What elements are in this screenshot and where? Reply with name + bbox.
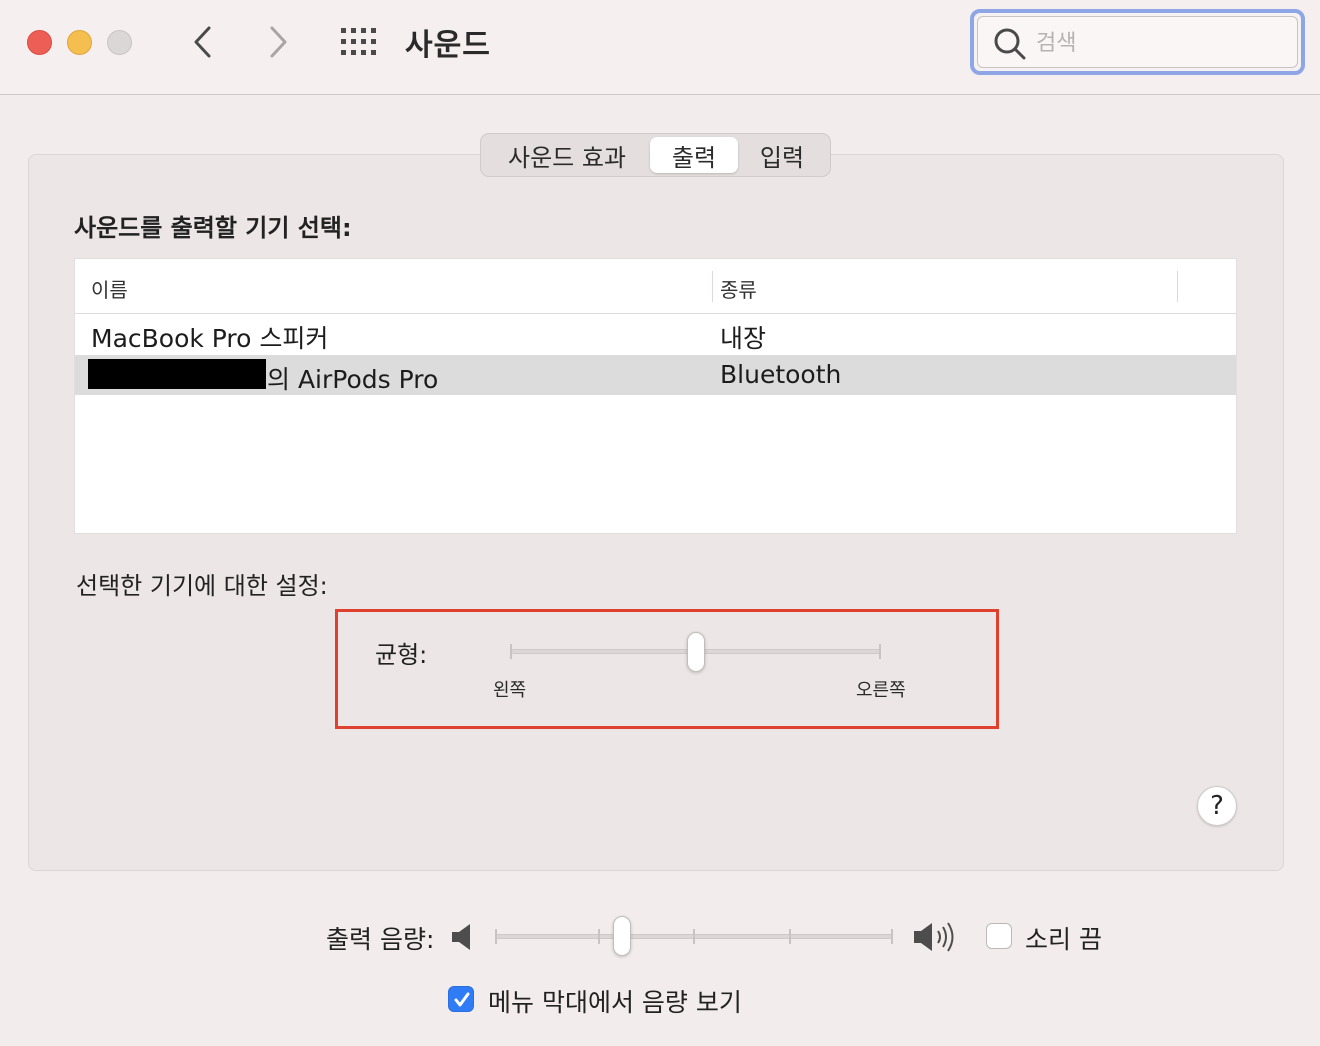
tab-output[interactable]: 출력: [650, 137, 738, 173]
help-button[interactable]: ?: [1197, 786, 1237, 826]
mute-checkbox[interactable]: [986, 923, 1012, 949]
show-all-grid-icon[interactable]: [340, 27, 378, 57]
search-input[interactable]: [1036, 26, 1276, 60]
volume-tick: [693, 929, 695, 944]
tab-bar: 사운드 효과 출력 입력: [480, 133, 831, 177]
checkmark-icon: [454, 992, 470, 1007]
device-kind: Bluetooth: [720, 360, 842, 389]
table-header: 이름 종류: [75, 259, 1236, 314]
back-icon[interactable]: [186, 22, 222, 62]
tab-input[interactable]: 입력: [738, 137, 826, 173]
balance-slider-knob[interactable]: [687, 632, 705, 672]
volume-tick: [495, 929, 497, 944]
title-bar: 사운드: [0, 0, 1320, 95]
search-field[interactable]: [970, 9, 1305, 75]
close-button[interactable]: [27, 30, 52, 55]
show-volume-in-menubar-label: 메뉴 막대에서 음량 보기: [488, 988, 742, 1017]
redaction-block: [88, 359, 266, 389]
highlight-annotation: [335, 609, 999, 729]
column-divider: [712, 271, 713, 302]
speaker-low-icon: [450, 921, 474, 957]
balance-tick-left: [510, 644, 512, 659]
device-select-title: 사운드를 출력할 기기 선택:: [74, 214, 352, 242]
output-device-table: 이름 종류 MacBook Pro 스피커 내장 의 AirPods Pro B…: [74, 258, 1237, 534]
balance-right-label: 오른쪽: [856, 680, 906, 701]
mute-label: 소리 끔: [1025, 925, 1102, 954]
speaker-high-icon: [912, 919, 960, 959]
device-name: 의 AirPods Pro: [267, 365, 439, 394]
column-header-name[interactable]: 이름: [91, 274, 128, 303]
device-kind: 내장: [720, 324, 767, 353]
device-settings-title: 선택한 기기에 대한 설정:: [76, 572, 328, 600]
balance-left-label: 왼쪽: [493, 680, 527, 701]
show-volume-in-menubar-checkbox[interactable]: [448, 986, 474, 1012]
search-icon: [993, 27, 1027, 61]
volume-slider-knob[interactable]: [613, 916, 632, 956]
forward-icon[interactable]: [260, 22, 296, 62]
device-name: MacBook Pro 스피커: [91, 324, 329, 353]
column-divider: [1177, 271, 1178, 302]
output-volume-label: 출력 음량:: [326, 925, 435, 954]
volume-tick: [789, 929, 791, 944]
table-row[interactable]: MacBook Pro 스피커 내장: [75, 314, 1236, 354]
zoom-button[interactable]: [107, 30, 132, 55]
minimize-button[interactable]: [67, 30, 92, 55]
window-title: 사운드: [405, 28, 491, 63]
column-header-kind[interactable]: 종류: [720, 274, 757, 303]
volume-tick: [891, 929, 893, 944]
balance-label: 균형:: [375, 641, 428, 669]
tab-sound-effects[interactable]: 사운드 효과: [484, 137, 650, 173]
table-row-selected[interactable]: 의 AirPods Pro Bluetooth: [75, 355, 1236, 395]
volume-tick: [598, 929, 600, 944]
balance-tick-right: [879, 644, 881, 659]
